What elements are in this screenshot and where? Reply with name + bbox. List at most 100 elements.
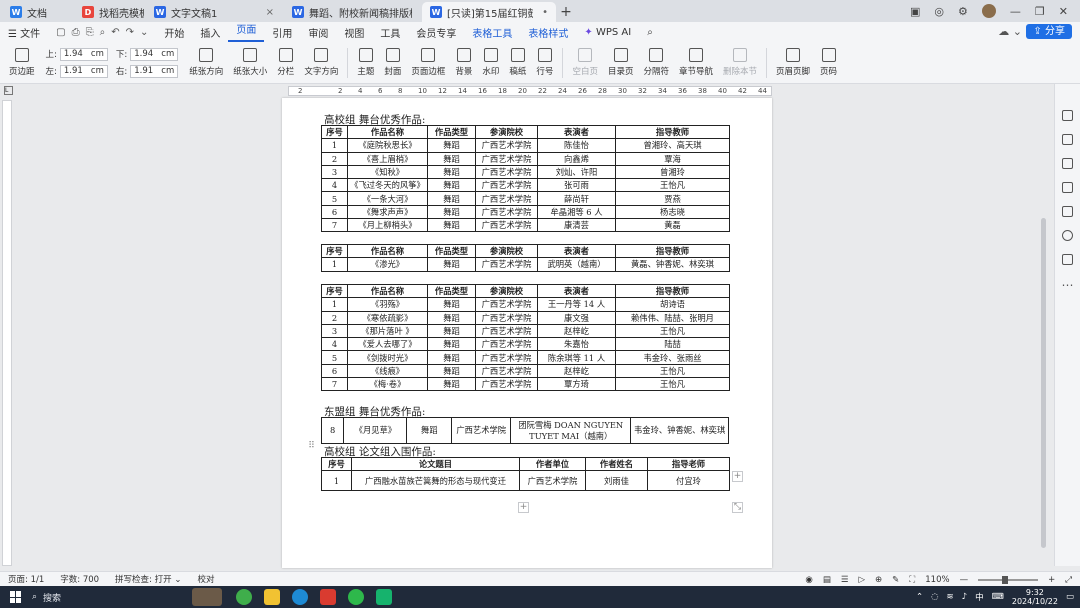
clock[interactable]: 9:32 2024/10/22 [1012,588,1058,606]
table-cell[interactable]: 《寒依疏影》 [347,310,428,325]
table-cell[interactable]: 《庭院秋思长》 [347,138,428,153]
table-cell[interactable]: 舞蹈 [427,257,476,272]
adjust-icon[interactable] [1062,158,1073,169]
table-cell[interactable]: 3 [321,323,348,339]
table-cell[interactable]: 《一条大河》 [347,191,428,206]
table-cell[interactable]: 牟晶湘等 6 人 [537,204,616,220]
play-icon[interactable]: ▷ [859,575,866,585]
table-cell[interactable]: 黄磊 [615,218,730,233]
help-icon[interactable] [1062,230,1073,241]
table-cell[interactable]: 舞蹈 [427,337,476,352]
menu-table-tools[interactable]: 表格工具 [464,25,520,40]
margin-left-input[interactable]: 1.91 cm [59,64,108,78]
table-cell[interactable]: 广西融水苗族芒篙舞的形态与现代变迁 [351,470,520,492]
table-cell[interactable]: 《爱人去哪了》 [347,337,428,352]
ime-indicator[interactable]: 中 [975,591,984,603]
table-cell[interactable]: 张可雨 [537,178,616,193]
background-button[interactable]: 背景 [450,44,477,82]
award-table-2[interactable]: 序号 作品名称 作品类型 参演院校 表演者 指导教师 1 《渗光》 舞蹈 广西艺术学院 武明英（越… [321,243,730,272]
table-cell[interactable]: 广西艺术学院 [475,363,538,379]
table-cell[interactable]: 付宜玲 [647,470,730,492]
table-cell[interactable]: 武明英（越南） [537,257,616,272]
table-cell[interactable]: 7 [321,218,348,233]
export-pdf-icon[interactable]: ⎙ [72,27,80,38]
table-cell[interactable]: 杨志晓 [615,204,730,220]
table-cell[interactable]: 《渗光》 [347,257,428,272]
table-cell[interactable]: 刘灿、许阳 [537,164,616,180]
vertical-ruler[interactable] [2,100,12,566]
table-cell[interactable]: 《飞过冬天的风筝》 [347,178,428,193]
table-cell[interactable]: 广西艺术学院 [475,151,538,166]
table-cell[interactable]: 6 [321,363,348,379]
close-icon[interactable]: • [542,7,548,18]
table-cell[interactable]: 曾湘玲、高天琪 [615,138,730,153]
award-table-1[interactable]: 序号 作品名称 作品类型 参演院校 表演者 指导教师 1 《庭院秋思长》 舞蹈 广西艺术学院 陈佳… [321,124,730,233]
tab-docs[interactable]: W 文档 [2,2,72,22]
page-number-button[interactable]: 页码 [815,44,842,82]
cloud-sync-icon[interactable]: ☁ ⌄ [998,25,1022,38]
wifi-icon[interactable]: ≋ [947,592,954,602]
paper-table[interactable]: 序号 论文题目 作者单位 作者姓名 指导老师 1 广西融水苗族芒篙舞的形态与现代变迁 广西艺… [321,456,730,492]
table-cell[interactable]: 《喜上眉梢》 [347,151,428,166]
paper-size-button[interactable]: 纸张大小 [228,44,272,82]
pen-icon[interactable] [1062,110,1073,121]
table-cell[interactable]: 广西艺术学院 [475,257,538,272]
table-cell[interactable]: 舞蹈 [427,178,476,193]
table-cell[interactable]: 1 [321,257,348,272]
cover-button[interactable]: 封面 [379,44,406,82]
menu-tools[interactable]: 工具 [372,25,408,40]
table-cell[interactable]: 舞蹈 [427,138,476,153]
taskbar-search[interactable]: ⌕ 搜索 [32,589,192,605]
web-view-icon[interactable]: ⊕ [875,575,882,585]
menu-table-style[interactable]: 表格样式 [520,25,576,40]
close-window-icon[interactable]: ✕ [1059,5,1068,18]
print-preview-icon[interactable]: ⌕ [100,27,106,38]
close-icon[interactable]: × [266,7,274,18]
document-page[interactable]: 高校组 舞台优秀作品: 序号 作品名称 作品类型 参演院校 表演者 指导教师 1 《庭院秋思… [282,98,772,568]
line-number-button[interactable]: 行号 [531,44,558,82]
table-cell[interactable]: 王一丹等 14 人 [537,297,616,312]
orientation-button[interactable]: 纸张方向 [184,44,228,82]
table-cell[interactable]: 广西艺术学院 [475,310,538,325]
table-cell[interactable]: 舞蹈 [427,191,476,206]
table-cell[interactable]: 韦金玲、钟香妮、林奕琪 [630,417,729,444]
table-cell[interactable]: 广西艺术学院 [475,138,538,153]
network-icon[interactable]: ◌ [931,592,938,602]
table-cell[interactable]: 《月上柳梢头》 [347,218,428,233]
zoom-level[interactable]: 110% [925,575,949,585]
chevron-down-icon[interactable]: ⌄ [140,27,148,38]
table-cell[interactable]: 广西艺术学院 [475,218,538,233]
table-cell[interactable]: 广西艺术学院 [519,470,586,492]
table-cell[interactable]: 广西艺术学院 [475,337,538,352]
table-cell[interactable]: 广西艺术学院 [475,191,538,206]
table-cell[interactable]: 王怡凡 [615,323,730,339]
share-panel-icon[interactable] [1062,254,1073,265]
tab-docer[interactable]: D 找稻壳模板 [74,2,144,22]
table-cell[interactable]: 广西艺术学院 [475,164,538,180]
table-cell[interactable]: 舞蹈 [427,218,476,233]
redo-icon[interactable]: ↷ [126,27,134,38]
table-cell[interactable]: 陈余琪等 11 人 [537,350,616,365]
app-icon-messaging[interactable] [376,589,392,605]
tab-news-format[interactable]: W 舞蹈、附校新闻稿排版格式20240911 [284,2,420,22]
table-cell[interactable]: 2 [321,151,348,166]
add-row-button[interactable]: + [518,502,529,513]
table-cell[interactable]: 5 [321,191,348,206]
header-footer-button[interactable]: 页眉页脚 [771,44,815,82]
word-count[interactable]: 字数: 700 [52,573,107,585]
section-nav-button[interactable]: 章节导航 [674,44,718,82]
table-cell[interactable]: 广西艺术学院 [451,417,512,444]
tab-award-results[interactable]: W [只读]第15届红铜鼓获奖情况… • [422,2,556,22]
margins-button[interactable]: 页边距 [4,44,40,82]
windows-start-icon[interactable] [10,591,22,603]
table-cell[interactable]: 赵梓屹 [537,363,616,379]
table-cell[interactable]: 赖伟伟、陆喆、张明月 [615,310,730,325]
table-cell[interactable]: 8 [320,417,345,444]
scrollbar-thumb[interactable] [1041,218,1046,548]
table-cell[interactable]: 《舞求声声》 [347,204,428,220]
watermark-button[interactable]: 水印 [477,44,504,82]
table-cell[interactable]: 《剑拨时光》 [347,350,428,365]
table-cell[interactable]: 刘雨佳 [585,470,648,492]
margin-top-input[interactable]: 1.94 cm [59,47,108,61]
asean-table[interactable]: 8 《月见草》 舞蹈 广西艺术学院 团阮雪梅 DOAN NGUYEN TUYET MAI… [320,417,729,444]
